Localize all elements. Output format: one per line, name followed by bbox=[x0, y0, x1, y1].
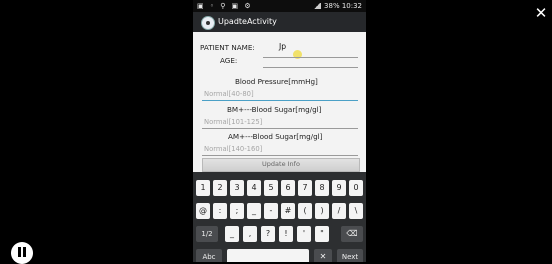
update-form: PATIENT NAME: Jp AGE: Blood Pressure[mmH… bbox=[193, 32, 366, 172]
app-icon bbox=[201, 16, 215, 30]
key-5[interactable]: 5 bbox=[264, 180, 278, 196]
key-lparen[interactable]: ( bbox=[298, 203, 312, 219]
key-9[interactable]: 9 bbox=[332, 180, 346, 196]
key-rparen[interactable]: ) bbox=[315, 203, 329, 219]
key-dash[interactable]: - bbox=[264, 203, 278, 219]
key-6[interactable]: 6 bbox=[281, 180, 295, 196]
key-question[interactable]: ? bbox=[261, 226, 275, 242]
key-at[interactable]: @ bbox=[196, 203, 210, 219]
bm-underline bbox=[202, 128, 358, 129]
update-info-button[interactable]: Update Info bbox=[202, 158, 360, 172]
key-1[interactable]: 1 bbox=[196, 180, 210, 196]
key-underscore[interactable]: _ bbox=[247, 203, 261, 219]
battery-time-text: 38% 10:32 bbox=[324, 2, 362, 10]
key-exclamation[interactable]: ! bbox=[279, 226, 293, 242]
key-apostrophe[interactable]: ' bbox=[297, 226, 311, 242]
key-quote[interactable]: " bbox=[315, 226, 329, 242]
am-label: AM+---Blood Sugar[mg/gl] bbox=[228, 132, 323, 141]
am-underline bbox=[202, 155, 358, 156]
signal-icon bbox=[313, 3, 322, 9]
bm-input[interactable]: Normal[101-125] bbox=[204, 118, 262, 126]
status-bar: ▣ ◦ ⚲ ▣ ⚙ 38% 10:32 bbox=[193, 0, 366, 12]
key-next[interactable]: Next bbox=[337, 249, 363, 262]
soft-keyboard: 1 2 3 4 5 6 7 8 9 0 @ : ; _ - # ( ) / \ … bbox=[193, 172, 366, 262]
key-4[interactable]: 4 bbox=[247, 180, 261, 196]
bp-input[interactable]: Normal[40-80] bbox=[204, 90, 254, 98]
action-bar: UpadteActivity bbox=[193, 12, 366, 32]
patient-name-field[interactable]: Jp bbox=[279, 42, 286, 51]
key-semicolon[interactable]: ; bbox=[230, 203, 244, 219]
key-symbols-page[interactable]: 1/2 bbox=[196, 226, 218, 242]
age-label: AGE: bbox=[220, 56, 238, 65]
key-hash[interactable]: # bbox=[281, 203, 295, 219]
key-underscore-2[interactable]: _ bbox=[225, 226, 239, 242]
status-icons: ▣ ◦ ⚲ ▣ ⚙ bbox=[197, 2, 253, 10]
key-2[interactable]: 2 bbox=[213, 180, 227, 196]
pause-icon[interactable] bbox=[11, 242, 33, 264]
patient-name-label: PATIENT NAME: bbox=[200, 43, 255, 52]
key-3[interactable]: 3 bbox=[230, 180, 244, 196]
backspace-icon[interactable]: ⌫ bbox=[341, 226, 363, 242]
key-abc[interactable]: Abc bbox=[196, 249, 222, 262]
age-underline bbox=[263, 67, 358, 68]
key-tools-icon[interactable]: ✕ bbox=[314, 249, 332, 262]
key-8[interactable]: 8 bbox=[315, 180, 329, 196]
phone-screen: ▣ ◦ ⚲ ▣ ⚙ 38% 10:32 UpadteActivity PATIE… bbox=[193, 0, 366, 262]
bp-label: Blood Pressure[mmHg] bbox=[235, 77, 318, 86]
page-title: UpadteActivity bbox=[218, 17, 277, 26]
bp-underline bbox=[202, 100, 358, 101]
key-0[interactable]: 0 bbox=[349, 180, 363, 196]
key-7[interactable]: 7 bbox=[298, 180, 312, 196]
close-icon[interactable]: ✕ bbox=[534, 6, 548, 21]
key-colon[interactable]: : bbox=[213, 203, 227, 219]
key-comma[interactable]: , bbox=[243, 226, 257, 242]
patient-name-underline bbox=[263, 57, 358, 58]
am-input[interactable]: Normal[140-160] bbox=[204, 145, 262, 153]
key-backslash[interactable]: \ bbox=[349, 203, 363, 219]
key-slash[interactable]: / bbox=[332, 203, 346, 219]
key-space[interactable] bbox=[227, 249, 309, 262]
bm-label: BM+---Blood Sugar[mg/gl] bbox=[227, 105, 322, 114]
